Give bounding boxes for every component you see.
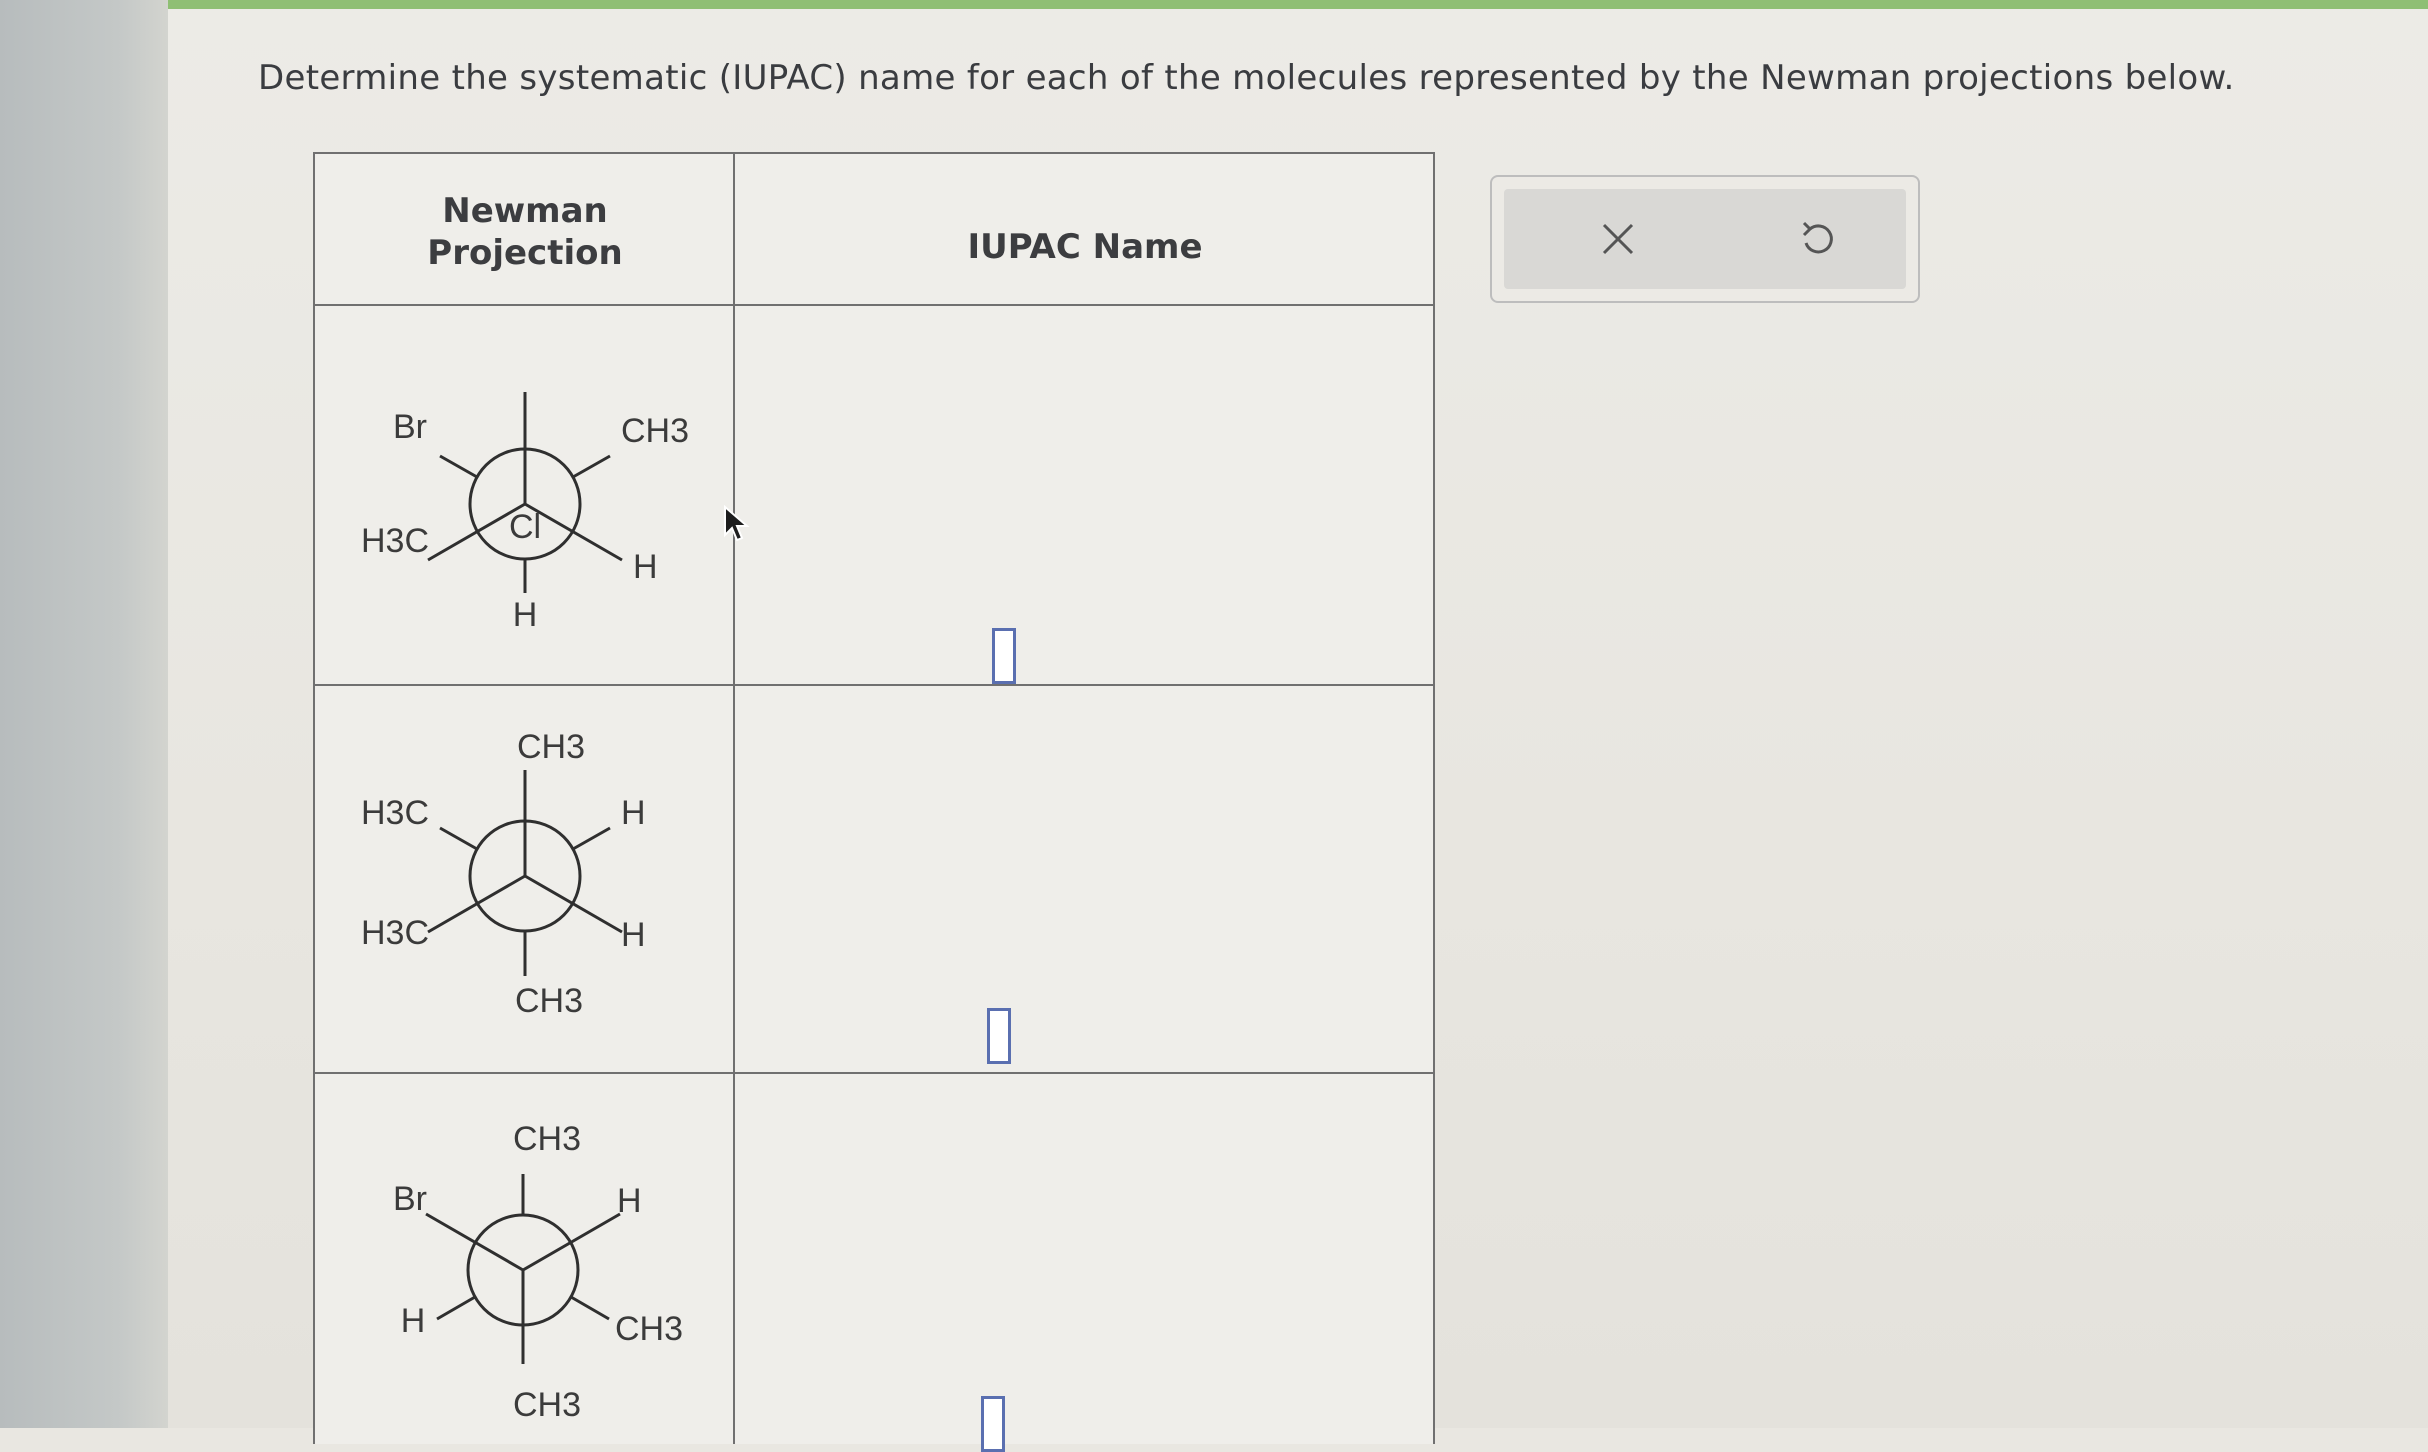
front-left-label: H3C — [361, 914, 429, 952]
newman-diagram-1: Cl H3C H H Br CH3 — [361, 392, 689, 634]
iupac-name-cell-1 — [735, 306, 1433, 684]
back-upper-left-label: Br — [393, 1180, 427, 1218]
back-upper-right-label: H — [621, 794, 646, 832]
table-right-edge — [1433, 154, 1435, 1444]
front-top-label: CH3 — [517, 728, 585, 766]
newman-projection-2: CH3 H3C H CH3 H3C H — [315, 686, 733, 1072]
undo-button[interactable] — [1788, 209, 1848, 269]
back-upper-left-label: Br — [393, 408, 427, 446]
header-newman-projection: Newman Projection — [315, 190, 735, 274]
toolbar-inner — [1504, 189, 1906, 289]
front-right-label: H — [633, 548, 658, 586]
front-left-label: H — [401, 1302, 426, 1340]
back-bottom-label: CH3 — [515, 982, 583, 1020]
front-right-label: CH3 — [615, 1310, 683, 1348]
back-upper-left-label: H3C — [361, 794, 429, 832]
answer-input-1[interactable] — [992, 628, 1016, 684]
progress-bar — [168, 0, 2428, 9]
question-prompt: Determine the systematic (IUPAC) name fo… — [258, 58, 2235, 98]
answer-toolbar — [1490, 175, 1920, 303]
answer-input-3[interactable] — [981, 1396, 1005, 1452]
back-upper-right-label: CH3 — [621, 412, 689, 450]
clear-button[interactable] — [1588, 209, 1648, 269]
front-top-label: CH3 — [513, 1120, 581, 1158]
back-bottom-label: H — [513, 596, 538, 634]
undo-icon — [1802, 221, 1833, 254]
newman-diagram-2: CH3 H3C H CH3 H3C H — [361, 728, 646, 1020]
answer-input-2[interactable] — [987, 1008, 1011, 1064]
newman-table: Newman Projection IUPAC Name Cl H3C H H … — [313, 152, 1435, 1452]
newman-diagram-3: CH3 H CH3 CH3 Br H — [393, 1120, 683, 1424]
mouse-cursor — [724, 505, 750, 542]
front-right-label: H — [621, 916, 646, 954]
header-newman-line2: Projection — [427, 233, 623, 273]
header-iupac-name: IUPAC Name — [967, 227, 1203, 267]
left-bezel — [0, 0, 168, 1428]
front-left-label: H3C — [361, 522, 429, 560]
back-bottom-label: CH3 — [513, 1386, 581, 1424]
header-newman-line1: Newman — [442, 191, 608, 231]
back-upper-right-label: H — [617, 1182, 642, 1220]
newman-projection-1: Cl H3C H H Br CH3 — [315, 306, 733, 684]
iupac-name-cell-2 — [735, 686, 1433, 1072]
clear-icon — [1602, 223, 1634, 255]
front-top-label: Cl — [509, 508, 541, 546]
iupac-name-cell-3 — [735, 1074, 1433, 1452]
newman-projection-3: CH3 H CH3 CH3 Br H — [315, 1074, 733, 1444]
